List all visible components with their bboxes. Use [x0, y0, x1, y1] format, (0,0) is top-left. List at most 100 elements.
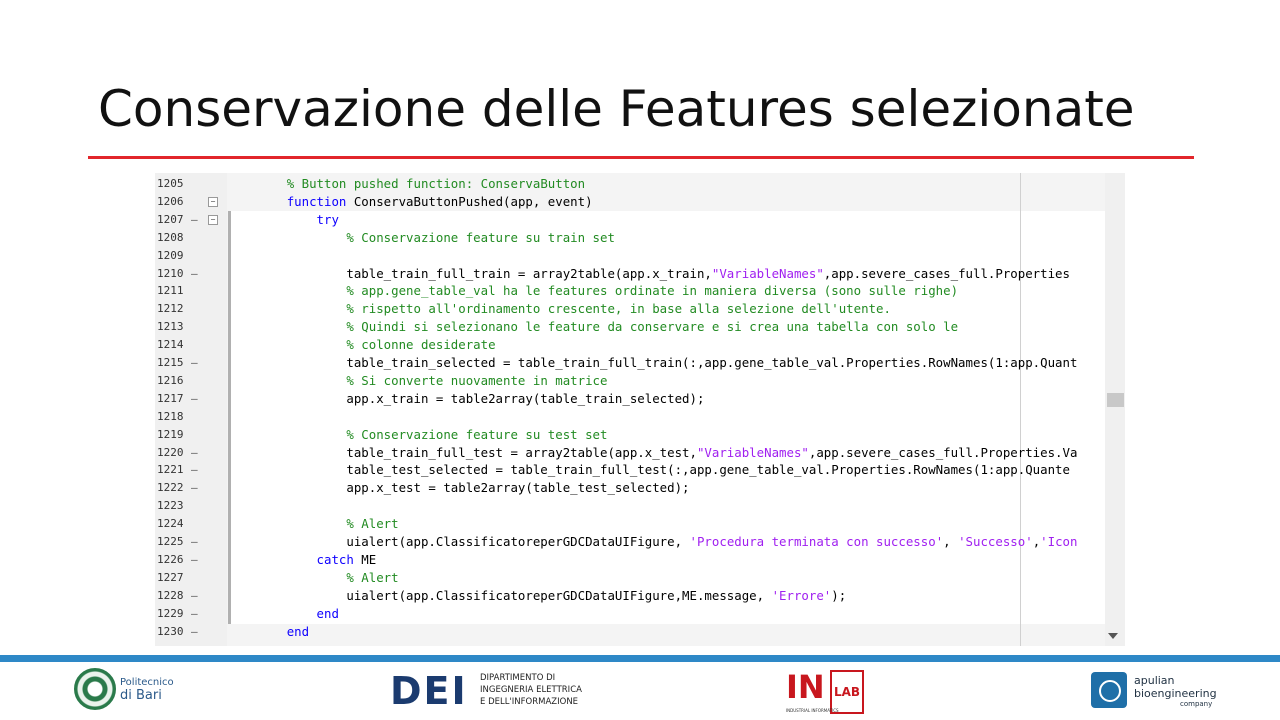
code-line[interactable]: 1213 % Quindi si selezionano le feature … [155, 318, 1125, 336]
code-line[interactable]: 1208 % Conservazione feature su train se… [155, 229, 1125, 247]
code-line[interactable]: 1219 % Conservazione feature su test set [155, 426, 1125, 444]
code-line[interactable]: 1225– uialert(app.ClassificatoreperGDCDa… [155, 533, 1125, 551]
logo-circle-icon [1099, 680, 1121, 702]
code-token: table_train_full_test = array2table(app.… [227, 444, 697, 460]
slide-title: Conservazione delle Features selezionate [98, 80, 1135, 138]
comment-token: % Button pushed function: ConservaButton [286, 176, 586, 191]
code-text: table_test_selected = table_train_full_t… [227, 461, 1070, 479]
code-line[interactable]: 1212 % rispetto all'ordinamento crescent… [155, 300, 1125, 318]
code-line[interactable]: 1216 % Si converte nuovamente in matrice [155, 372, 1125, 390]
code-line[interactable]: 1210– table_train_full_train = array2tab… [155, 265, 1125, 283]
breakpoint-marker[interactable]: – [191, 479, 198, 497]
code-token: uialert(app.ClassificatoreperGDCDataUIFi… [227, 534, 690, 549]
line-number: 1208 [157, 230, 184, 244]
code-token: uialert(app.ClassificatoreperGDCDataUIFi… [227, 587, 772, 603]
code-line[interactable]: 1230– end [155, 623, 1125, 641]
code-line[interactable]: 1218 [155, 408, 1125, 426]
breakpoint-marker[interactable]: – [191, 605, 198, 623]
code-editor[interactable]: 1205 % Button pushed function: ConservaB… [155, 173, 1125, 646]
breakpoint-marker[interactable]: – [191, 461, 198, 479]
line-number: 1225 [157, 535, 184, 548]
line-number: 1209 [157, 248, 184, 262]
code-line[interactable]: 1221– table_test_selected = table_train_… [155, 461, 1125, 479]
code-text: % colonne desiderate [227, 336, 496, 354]
keyword-token: end [316, 605, 339, 621]
code-line[interactable]: 1211 % app.gene_table_val ha le features… [155, 282, 1125, 300]
code-line[interactable]: 1207– − try [155, 211, 1125, 229]
comment-token: % colonne desiderate [346, 337, 496, 353]
comment-token: % Conservazione feature su train set [346, 229, 615, 245]
code-line[interactable]: 1220– table_train_full_test = array2tabl… [155, 444, 1125, 462]
breakpoint-marker[interactable]: – [191, 354, 198, 372]
line-number: 1221 [157, 463, 184, 477]
code-line[interactable]: 1222– app.x_test = table2array(table_tes… [155, 479, 1125, 497]
code-token: ME [353, 551, 377, 567]
fold-toggle-icon[interactable]: − [208, 214, 218, 225]
string-token: 'Icon [1040, 534, 1078, 549]
inlab-logo: IN LAB INDUSTRIAL INFORMATICS [786, 664, 864, 716]
code-text: % Si converte nuovamente in matrice [227, 372, 607, 390]
title-underline [88, 156, 1194, 159]
dei-logo: DEI [390, 669, 468, 713]
politecnico-name: Politecnico [120, 677, 174, 688]
line-number: 1224 [157, 517, 184, 531]
code-line[interactable]: 1205 % Button pushed function: ConservaB… [155, 175, 1125, 193]
scroll-down-arrow-icon[interactable] [1108, 633, 1118, 639]
keyword-token: function [286, 193, 347, 209]
fold-toggle-icon[interactable]: − [208, 196, 218, 207]
string-token: "VariableNames" [711, 265, 824, 281]
vertical-scrollbar[interactable] [1105, 173, 1125, 646]
line-number: 1220 [157, 445, 184, 459]
line-number: 1226 [157, 552, 184, 566]
code-text: end [227, 605, 339, 623]
code-text: function ConservaButtonPushed(app, event… [227, 193, 593, 211]
breakpoint-marker[interactable]: – [191, 551, 198, 569]
comment-token: % Alert [346, 569, 399, 585]
breakpoint-marker[interactable]: – [191, 623, 198, 641]
scrollbar-thumb[interactable] [1107, 393, 1124, 407]
line-number: 1212 [157, 302, 184, 316]
string-token: "VariableNames" [696, 444, 809, 460]
line-number: 1206 [157, 194, 184, 208]
comment-token: % Conservazione feature su test set [346, 426, 608, 442]
code-line[interactable]: 1227 % Alert [155, 569, 1125, 587]
code-token: ); [831, 587, 847, 603]
code-line[interactable]: 1217– app.x_train = table2array(table_tr… [155, 390, 1125, 408]
code-line[interactable]: 1223 [155, 497, 1125, 515]
code-line[interactable]: 1209 [155, 247, 1125, 265]
code-line[interactable]: 1226– catch ME [155, 551, 1125, 569]
code-token: app.x_test = table2array(table_test_sele… [227, 480, 690, 496]
code-line[interactable]: 1228– uialert(app.ClassificatoreperGDCDa… [155, 587, 1125, 605]
breakpoint-marker[interactable]: – [191, 587, 198, 605]
keyword-token: catch [316, 551, 354, 567]
line-number: 1215 [157, 356, 184, 369]
breakpoint-marker[interactable]: – [191, 533, 198, 551]
dei-text-line: INGEGNERIA ELETTRICA [480, 685, 582, 695]
code-line[interactable]: 1206 − function ConservaButtonPushed(app,… [155, 193, 1125, 211]
string-token: 'Successo' [958, 534, 1033, 549]
breakpoint-marker[interactable]: – [191, 444, 198, 462]
comment-token: % Quindi si selezionano le feature da co… [346, 319, 959, 335]
code-line[interactable]: 1229– end [155, 605, 1125, 623]
code-line[interactable]: 1215– table_train_selected = table_train… [155, 354, 1125, 372]
dei-department-text: DIPARTIMENTO DI INGEGNERIA ELETTRICA E D… [480, 672, 582, 708]
code-text: uialert(app.ClassificatoreperGDCDataUIFi… [227, 587, 846, 605]
code-token: ConservaButtonPushed(app, event) [346, 193, 593, 209]
line-number: 1228 [157, 588, 184, 602]
breakpoint-marker[interactable]: – [191, 211, 198, 229]
politecnico-city: di Bari [120, 688, 162, 703]
code-token: , [943, 534, 959, 549]
abc-company-label: company [1180, 700, 1213, 708]
abc-line: bioengineering [1134, 687, 1217, 700]
breakpoint-marker[interactable]: – [191, 265, 198, 283]
breakpoint-marker[interactable]: – [191, 390, 198, 408]
string-token: 'Errore' [771, 587, 832, 603]
code-line[interactable]: 1214 % colonne desiderate [155, 336, 1125, 354]
code-line[interactable]: 1224 % Alert [155, 515, 1125, 533]
line-number: 1205 [157, 177, 184, 190]
